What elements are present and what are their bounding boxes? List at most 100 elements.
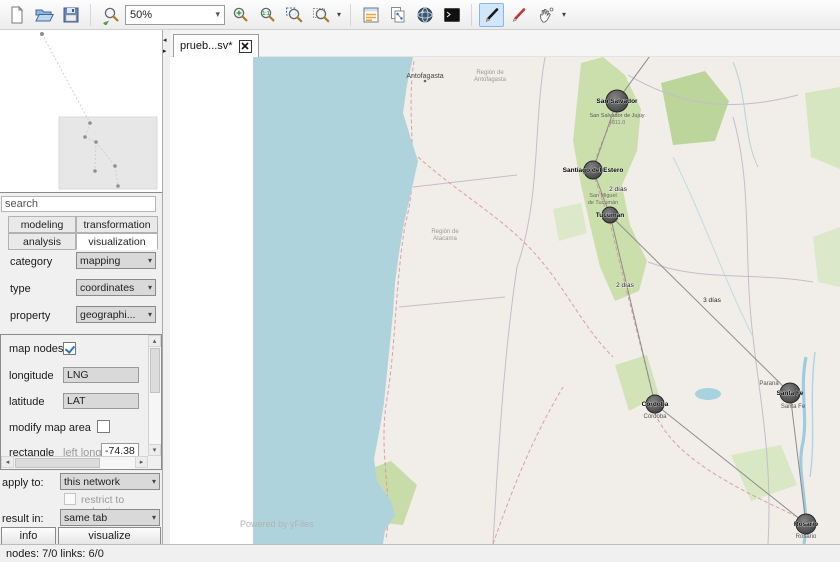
map-place-label: Santa Fe — [781, 404, 806, 410]
save-button[interactable] — [58, 3, 83, 27]
document-tab[interactable]: prueb...sv* — [173, 34, 259, 57]
search-input[interactable] — [1, 196, 156, 212]
longitude-field[interactable]: LNG — [63, 367, 139, 383]
zoom-level-value: 50% — [130, 9, 152, 21]
modify-map-area-label: modify map area — [9, 422, 91, 434]
result-in-select[interactable]: same tab▾ — [60, 509, 160, 526]
map-place-label: Región de — [431, 229, 459, 235]
open-file-button[interactable] — [31, 3, 56, 27]
restrict-to-selection-checkbox[interactable] — [64, 493, 76, 505]
zoom-rectangle-button[interactable] — [308, 3, 333, 27]
property-value: geographi... — [80, 309, 135, 321]
collapse-right-icon[interactable]: ▸ — [163, 47, 167, 57]
map-city-dot — [424, 80, 427, 83]
zoom-rectangle-icon — [311, 5, 331, 25]
property-label: property — [10, 310, 50, 322]
result-in-label: result in: — [2, 513, 44, 525]
chevron-down-icon: ▾ — [148, 310, 152, 319]
zoom-actual-size-icon: 1:1 — [257, 5, 277, 25]
zoom-fit-button[interactable] — [98, 3, 123, 27]
zoom-selection-button[interactable] — [281, 3, 306, 27]
options-horizontal-scrollbar[interactable]: ◂ ▸ — [1, 456, 148, 469]
panel-tabs: modeling transformation analysis visuali… — [8, 216, 158, 250]
map-canvas[interactable]: AntofagastaRegión deAntofagastaRegión de… — [170, 57, 840, 544]
map-place-label: Atacama — [433, 236, 457, 242]
map-place-label: 4811.0 — [609, 120, 625, 126]
tab-transformation[interactable]: transformation — [76, 216, 158, 233]
console-button[interactable] — [439, 3, 464, 27]
overview-viewport-rect[interactable] — [59, 117, 157, 189]
node-link-count: nodes: 7/0 links: 6/0 — [6, 548, 104, 560]
longitude-value: LNG — [67, 369, 89, 381]
toolbar-separator — [350, 4, 351, 26]
type-select[interactable]: coordinates▾ — [76, 279, 156, 296]
map-place-label: San Salvador de Jujuy — [589, 113, 644, 119]
latitude-label: latitude — [9, 396, 44, 408]
new-document-button[interactable] — [4, 3, 29, 27]
close-tab-icon[interactable] — [239, 40, 252, 53]
map-place-label: Paraná — [759, 381, 779, 387]
map-attribution: Powered by yFiles — [240, 519, 314, 529]
panel-splitter[interactable]: ◂ ▸ — [163, 30, 170, 544]
apply-to-select[interactable]: this network▾ — [60, 473, 160, 490]
category-value: mapping — [80, 255, 120, 267]
network-overview-panel[interactable] — [0, 30, 162, 193]
modify-map-area-checkbox[interactable] — [97, 420, 110, 433]
document-tab-label: prueb...sv* — [180, 40, 233, 52]
chevron-down-icon: ▾ — [148, 256, 152, 265]
collapse-left-icon[interactable]: ◂ — [163, 36, 167, 46]
map: AntofagastaRegión deAntofagastaRegión de… — [253, 57, 840, 544]
scroll-left-icon[interactable]: ◂ — [1, 456, 14, 468]
edge-label: 3 días — [703, 297, 721, 304]
scroll-down-icon[interactable]: ▾ — [148, 444, 161, 456]
vertical-scroll-thumb[interactable] — [150, 348, 160, 393]
node-label: Córdoba — [642, 401, 669, 408]
zoom-actual-size-button[interactable]: 1:1 — [254, 3, 279, 27]
map-place-label: Córdoba — [643, 414, 667, 420]
pan-hand-button[interactable] — [533, 3, 558, 27]
tab-analysis[interactable]: analysis — [8, 233, 76, 250]
map-place-label: Antofagasta — [474, 77, 507, 83]
info-button[interactable]: info — [1, 527, 56, 545]
node-label: Rosario — [794, 521, 818, 528]
map-nodes-checkbox[interactable] — [63, 342, 76, 355]
latitude-field[interactable]: LAT — [63, 393, 139, 409]
edit-pen-red-button[interactable] — [506, 3, 531, 27]
chevron-down-icon: ▾ — [215, 9, 220, 20]
hand-menu-caret[interactable]: ▾ — [562, 10, 566, 19]
chevron-down-icon: ▾ — [152, 477, 156, 486]
node-label: Tucumán — [596, 212, 624, 219]
save-floppy-icon — [61, 5, 81, 25]
globe-view-button[interactable] — [412, 3, 437, 27]
property-select[interactable]: geographi... ▾ — [76, 306, 156, 323]
map-nodes-label: map nodes — [9, 343, 63, 355]
node-label: Santa Fe — [776, 390, 803, 397]
properties-panel-icon — [361, 5, 381, 25]
left-panel: modeling transformation analysis visuali… — [0, 30, 163, 544]
map-place-label: Región de — [476, 70, 504, 76]
scroll-up-icon[interactable]: ▴ — [148, 335, 161, 347]
status-bar: nodes: 7/0 links: 6/0 — [0, 544, 840, 562]
category-select[interactable]: mapping ▾ — [76, 252, 156, 269]
zoom-in-icon — [230, 5, 250, 25]
toolbar-separator — [90, 4, 91, 26]
visualize-button[interactable]: visualize — [58, 527, 161, 545]
tab-visualization[interactable]: visualization — [76, 233, 158, 250]
zoom-level-combo[interactable]: 50% ▾ — [125, 5, 225, 25]
options-vertical-scrollbar[interactable]: ▴ ▾ — [148, 335, 161, 456]
horizontal-scroll-thumb[interactable] — [15, 458, 100, 468]
zoom-fit-icon — [101, 5, 121, 25]
hand-icon — [536, 5, 556, 25]
mapping-options-panel: map nodes longitude LNG latitude LAT mod… — [0, 334, 162, 470]
zoom-in-button[interactable] — [227, 3, 252, 27]
type-label: type — [10, 283, 31, 295]
zoom-menu-caret[interactable]: ▾ — [337, 10, 341, 19]
toolbar-separator — [471, 4, 472, 26]
tab-modeling[interactable]: modeling — [8, 216, 76, 233]
copy-network-button[interactable] — [385, 3, 410, 27]
edit-pen-button[interactable] — [479, 3, 504, 27]
scroll-right-icon[interactable]: ▸ — [135, 456, 148, 468]
properties-panel-button[interactable] — [358, 3, 383, 27]
latitude-value: LAT — [67, 395, 85, 407]
document-tabbar: prueb...sv* — [170, 30, 840, 57]
